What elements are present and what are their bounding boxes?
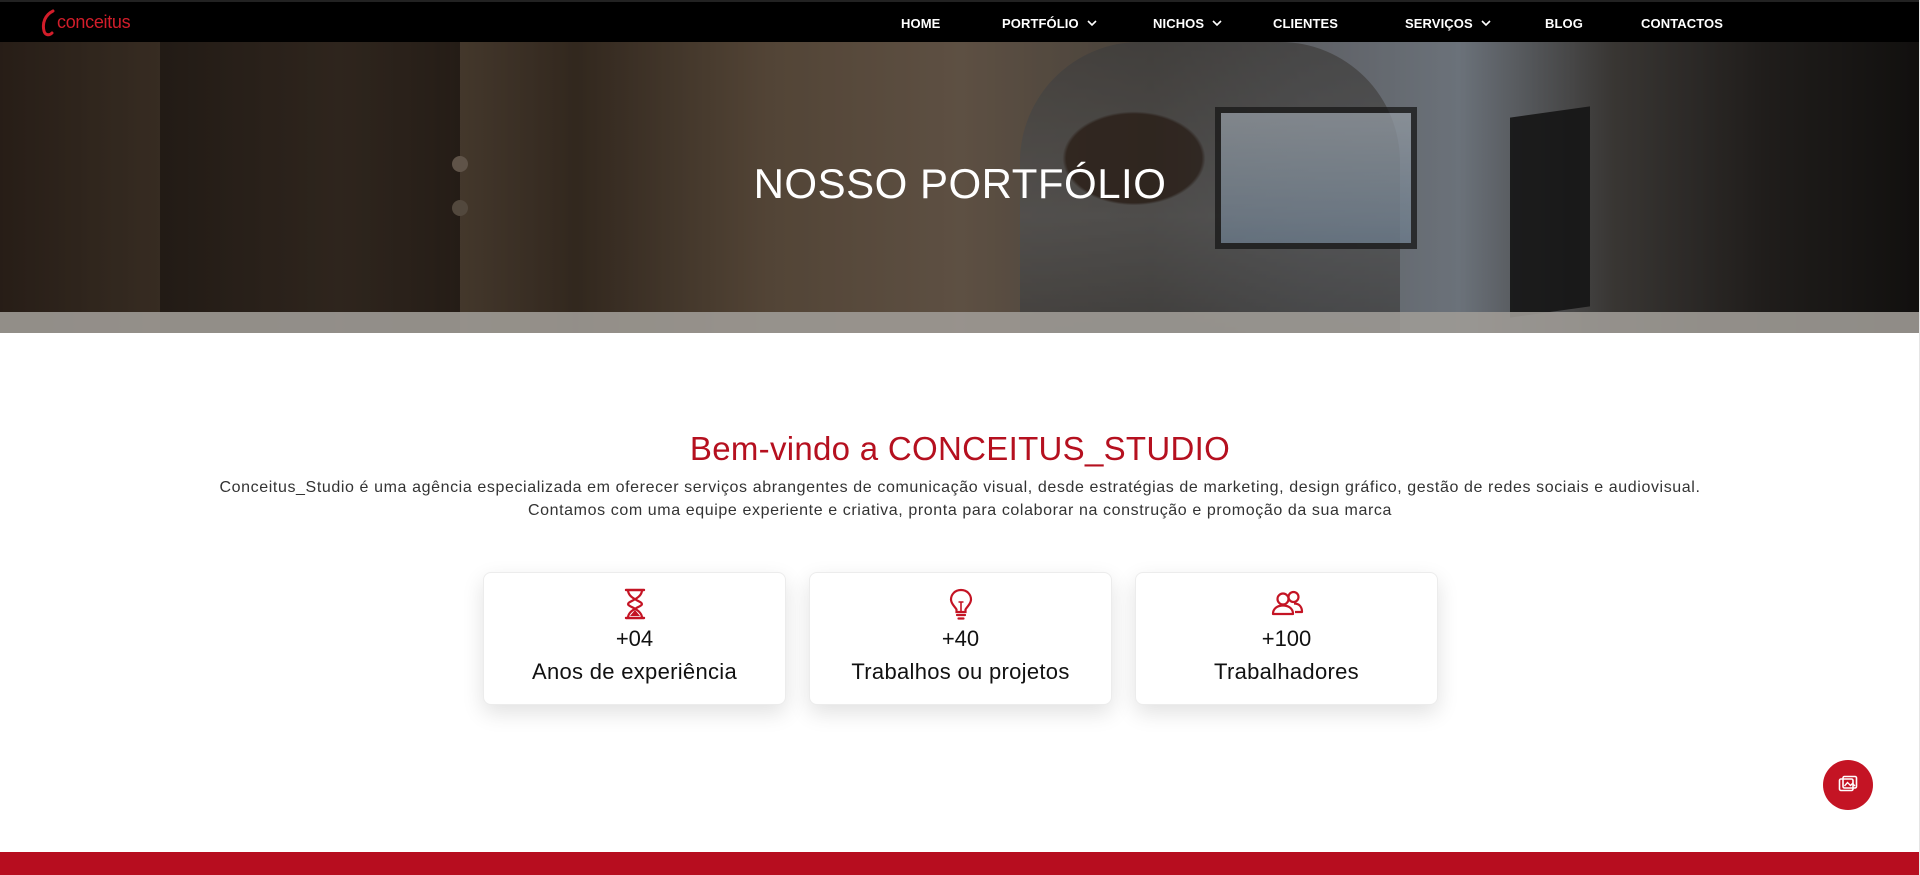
- intro-text: Conceitus_Studio é uma agência especiali…: [100, 476, 1820, 522]
- hero-banner: NOSSO PORTFÓLIO: [0, 42, 1920, 333]
- nav-blog-label: BLOG: [1545, 15, 1583, 31]
- stat-value: +100: [1261, 626, 1312, 651]
- nav-servicos-label: SERVIÇOS: [1405, 15, 1473, 31]
- top-navbar: conceitus HOME PORTFÓLIO NICHOS CLIENTES…: [0, 0, 1920, 42]
- intro-line-2: Contamos com uma equipe experiente e cri…: [527, 502, 1393, 519]
- nav-contactos[interactable]: CONTACTOS: [1641, 2, 1723, 44]
- nav-nichos[interactable]: NICHOS: [1153, 2, 1222, 44]
- stat-card-projects: +40 Trabalhos ou projetos: [809, 572, 1112, 705]
- stat-label: Trabalhos ou projetos: [851, 659, 1070, 684]
- stat-value: +04: [615, 626, 654, 651]
- nav-portfolio[interactable]: PORTFÓLIO: [1002, 2, 1097, 44]
- hero-title: NOSSO PORTFÓLIO: [753, 160, 1167, 207]
- nav-home-label: HOME: [901, 15, 941, 31]
- stat-card-workers: +100 Trabalhadores: [1135, 572, 1438, 705]
- main-nav: HOME PORTFÓLIO NICHOS CLIENTES SERVIÇOS …: [0, 2, 1920, 44]
- nav-blog[interactable]: BLOG: [1545, 2, 1583, 44]
- intro-title: Bem-vindo a CONCEITUS_STUDIO: [689, 430, 1231, 467]
- nav-home[interactable]: HOME: [901, 2, 940, 44]
- stat-card-experience: +04 Anos de experiência: [483, 572, 786, 705]
- nav-clientes[interactable]: CLIENTES: [1273, 2, 1338, 44]
- chevron-down-icon: [1212, 20, 1222, 27]
- nav-contactos-label: CONTACTOS: [1641, 15, 1724, 31]
- stat-label: Anos de experiência: [531, 659, 738, 684]
- stat-label: Trabalhadores: [1214, 659, 1359, 684]
- stat-value: +40: [941, 626, 980, 651]
- floating-gallery-button[interactable]: [1823, 760, 1873, 810]
- intro-line-1: Conceitus_Studio é uma agência especiali…: [219, 479, 1701, 496]
- chevron-down-icon: [1087, 20, 1097, 27]
- nav-clientes-label: CLIENTES: [1273, 15, 1339, 31]
- nav-servicos[interactable]: SERVIÇOS: [1405, 2, 1491, 44]
- chevron-down-icon: [1481, 20, 1491, 27]
- hourglass-icon: [624, 588, 645, 620]
- nav-nichos-label: NICHOS: [1153, 15, 1205, 31]
- footer-band: [0, 852, 1920, 875]
- users-icon: [1271, 590, 1303, 616]
- gallery-icon: [1838, 775, 1858, 792]
- lightbulb-icon: [949, 588, 972, 620]
- nav-portfolio-label: PORTFÓLIO: [1002, 15, 1079, 31]
